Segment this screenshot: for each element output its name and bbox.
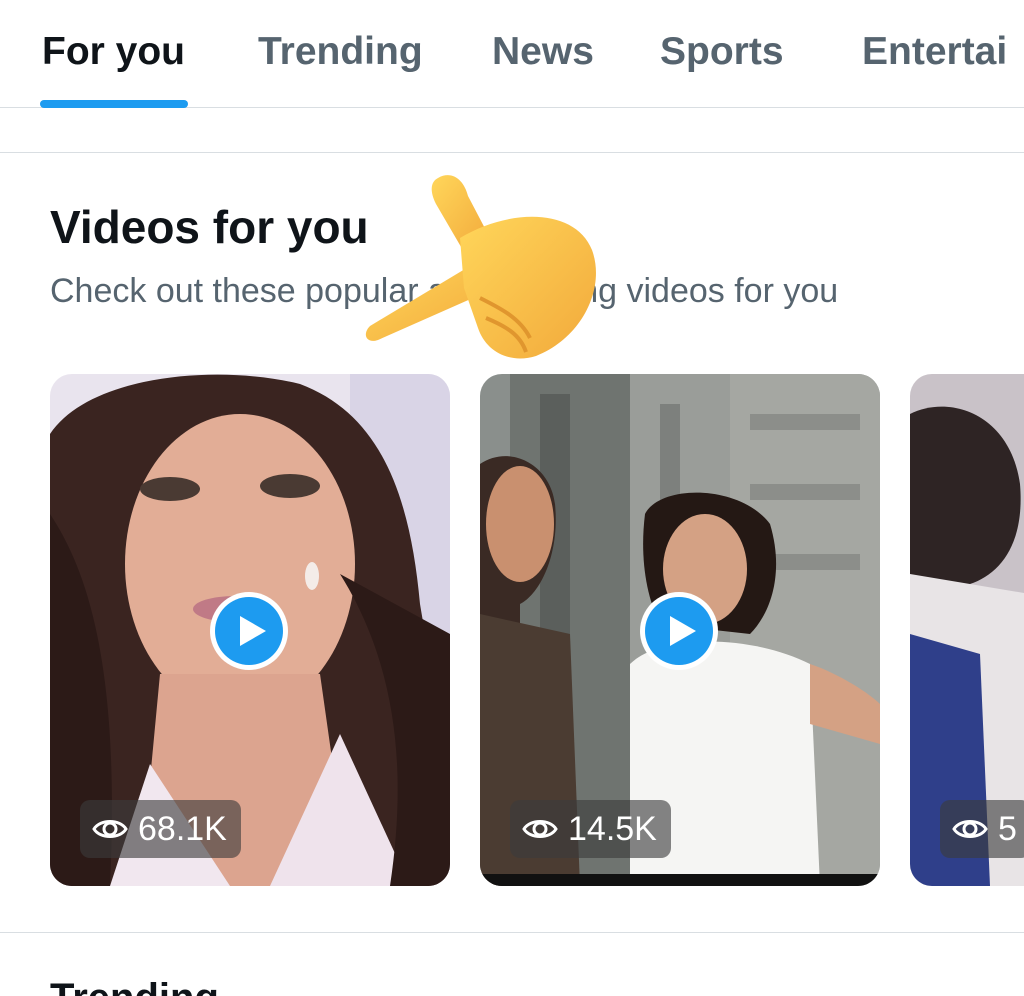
active-tab-indicator (40, 100, 188, 108)
view-count-badge: 68.1K (80, 800, 241, 858)
pointing-hand-icon (365, 175, 596, 359)
explore-page: For you Trending News Sports Entertai Vi… (0, 0, 1024, 996)
view-count-badge: 5 (940, 800, 1024, 858)
section-divider-bottom (0, 932, 1024, 933)
tab-trending[interactable]: Trending (258, 30, 423, 74)
tab-for-you[interactable]: For you (42, 30, 185, 74)
play-button[interactable] (640, 592, 718, 670)
explore-tab-bar: For you Trending News Sports Entertai (0, 0, 1024, 108)
view-count-badge: 14.5K (510, 800, 671, 858)
play-button[interactable] (210, 592, 288, 670)
eye-icon (952, 820, 988, 838)
video-card[interactable]: 14.5K (480, 374, 880, 886)
tab-sports[interactable]: Sports (660, 30, 784, 74)
tab-news[interactable]: News (492, 30, 594, 74)
view-count: 68.1K (138, 810, 227, 848)
eye-icon (92, 820, 128, 838)
section-title: Videos for you (50, 201, 369, 253)
next-section-title: Trending (50, 976, 219, 996)
eye-icon (522, 820, 558, 838)
view-count: 5 (998, 810, 1017, 848)
video-card[interactable]: 68.1K (50, 374, 450, 886)
play-icon (240, 616, 266, 646)
play-icon (670, 616, 696, 646)
view-count: 14.5K (568, 810, 657, 848)
video-card[interactable]: 5 (910, 374, 1024, 886)
tab-entertainment[interactable]: Entertai (862, 30, 1007, 74)
section-divider-top (0, 152, 1024, 153)
